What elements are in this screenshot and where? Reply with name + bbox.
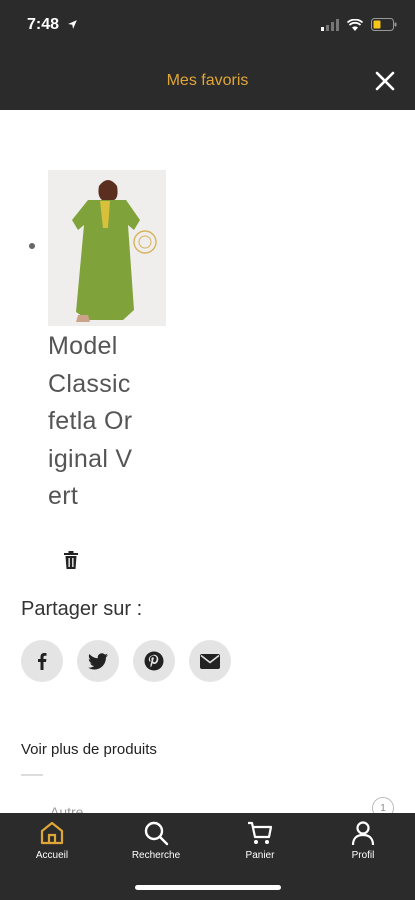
home-indicator <box>135 885 281 890</box>
trash-icon[interactable] <box>63 551 79 569</box>
share-pinterest-button[interactable] <box>133 640 175 682</box>
signal-icon <box>321 18 339 31</box>
location-arrow-icon <box>68 20 77 29</box>
list-bullet <box>29 243 35 249</box>
twitter-icon <box>88 652 108 669</box>
pinterest-icon <box>144 651 164 671</box>
battery-icon <box>371 18 397 31</box>
tab-accueil[interactable]: Accueil <box>12 819 92 869</box>
email-icon <box>200 653 220 669</box>
page-title: Mes favoris <box>166 72 249 89</box>
more-products-item-label[interactable]: Autre <box>50 804 83 813</box>
bottom-tab-bar: Accueil Recherche Panier Profil <box>0 813 415 900</box>
tab-label: Panier <box>245 850 275 861</box>
close-icon[interactable] <box>373 69 397 93</box>
status-time: 7:48 <box>27 16 60 33</box>
tab-profil[interactable]: Profil <box>323 819 403 869</box>
search-icon <box>144 821 169 846</box>
app-header: Mes favoris <box>0 52 415 110</box>
product-image[interactable] <box>48 170 166 326</box>
share-label: Partager sur : <box>21 598 143 620</box>
more-products-item-count: 1 <box>372 797 394 813</box>
product-title[interactable]: Model Classic fetla Original Vert <box>48 328 138 516</box>
home-icon <box>40 821 64 845</box>
tab-label: Profil <box>351 850 375 861</box>
tab-panier[interactable]: Panier <box>220 819 300 869</box>
status-icons <box>321 18 397 31</box>
facebook-icon <box>38 653 47 670</box>
share-twitter-button[interactable] <box>77 640 119 682</box>
tab-label: Recherche <box>131 850 181 861</box>
wifi-icon <box>347 18 363 31</box>
share-email-button[interactable] <box>189 640 231 682</box>
more-products-title: Voir plus de produits <box>21 741 157 758</box>
tab-recherche[interactable]: Recherche <box>116 819 196 869</box>
favorites-content: Model Classic fetla Original Vert Partag… <box>0 110 415 813</box>
status-bar: 7:48 <box>0 0 415 52</box>
section-divider <box>21 774 43 776</box>
share-buttons <box>21 640 231 682</box>
user-icon <box>351 821 375 846</box>
share-facebook-button[interactable] <box>21 640 63 682</box>
tab-label: Accueil <box>35 850 69 861</box>
cart-icon <box>248 821 273 844</box>
